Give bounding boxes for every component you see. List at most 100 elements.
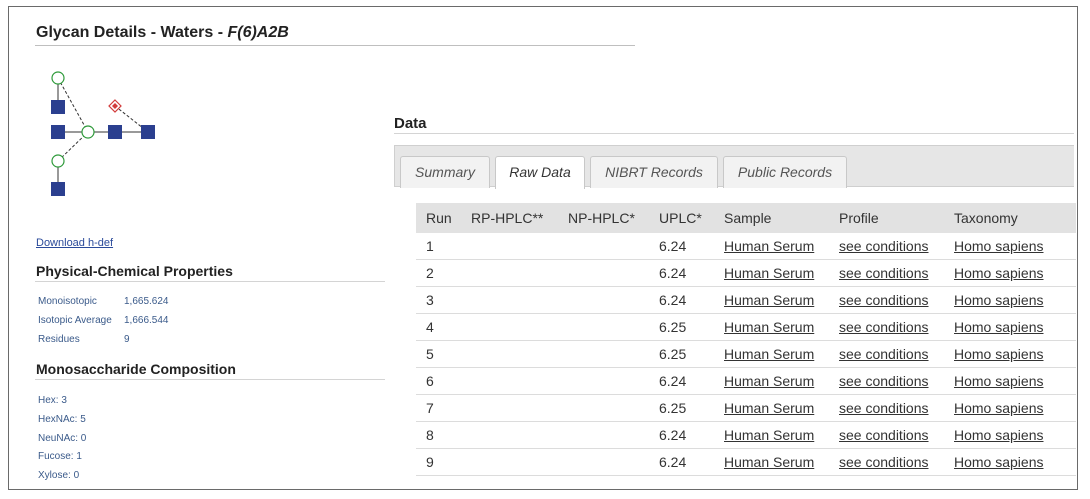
table-row: 8 6.24 Human Serum see conditions Homo s… (416, 422, 1076, 449)
data-tab-bar: Summary Raw Data NIBRT Records Public Re… (394, 145, 1074, 189)
table-row: 9 6.24 Human Serum see conditions Homo s… (416, 449, 1076, 476)
sample-link[interactable]: Human Serum (724, 346, 814, 362)
taxonomy-link[interactable]: Homo sapiens (954, 400, 1044, 416)
cell-uplc: 6.24 (659, 454, 687, 470)
profile-link[interactable]: see conditions (839, 346, 929, 362)
physchem-divider (35, 281, 385, 282)
profile-link[interactable]: see conditions (839, 238, 929, 254)
sample-link[interactable]: Human Serum (724, 400, 814, 416)
prop-value: 1,666.544 (124, 315, 169, 326)
page-title-prefix: Glycan Details - Waters - (36, 24, 228, 41)
cell-run: 5 (426, 346, 434, 362)
table-row: 4 6.25 Human Serum see conditions Homo s… (416, 314, 1076, 341)
prop-isotopic-average: Isotopic Average 1,666.544 (38, 315, 169, 326)
col-uplc: UPLC* (659, 210, 702, 226)
glycan-structure-diagram (51, 71, 155, 196)
cell-uplc: 6.25 (659, 400, 687, 416)
table-row: 6 6.24 Human Serum see conditions Homo s… (416, 368, 1076, 395)
taxonomy-link[interactable]: Homo sapiens (954, 373, 1044, 389)
table-row: 2 6.24 Human Serum see conditions Homo s… (416, 260, 1076, 287)
profile-link[interactable]: see conditions (839, 427, 929, 443)
table-row: 1 6.24 Human Serum see conditions Homo s… (416, 233, 1076, 260)
cell-uplc: 6.25 (659, 346, 687, 362)
cell-run: 6 (426, 373, 434, 389)
table-row: 7 6.25 Human Serum see conditions Homo s… (416, 395, 1076, 422)
table-row: 3 6.24 Human Serum see conditions Homo s… (416, 287, 1076, 314)
sample-link[interactable]: Human Serum (724, 454, 814, 470)
cell-run: 3 (426, 292, 434, 308)
cell-uplc: 6.24 (659, 427, 687, 443)
taxonomy-link[interactable]: Homo sapiens (954, 427, 1044, 443)
tab-public-records[interactable]: Public Records (723, 156, 847, 188)
col-rp-hplc: RP-HPLC** (471, 210, 544, 226)
profile-link[interactable]: see conditions (839, 265, 929, 281)
table-row: 5 6.25 Human Serum see conditions Homo s… (416, 341, 1076, 368)
taxonomy-link[interactable]: Homo sapiens (954, 292, 1044, 308)
prop-monoisotopic: Monoisotopic 1,665.624 (38, 296, 169, 307)
glcnac-square-icon (51, 182, 65, 196)
profile-link[interactable]: see conditions (839, 454, 929, 470)
profile-link[interactable]: see conditions (839, 373, 929, 389)
sample-link[interactable]: Human Serum (724, 292, 814, 308)
title-divider (35, 45, 635, 46)
cell-uplc: 6.24 (659, 238, 687, 254)
sample-link[interactable]: Human Serum (724, 265, 814, 281)
mannose-circle-icon (51, 71, 65, 85)
composition-item: Fucose: 1 (38, 451, 82, 462)
sample-link[interactable]: Human Serum (724, 373, 814, 389)
cell-run: 4 (426, 319, 434, 335)
prop-label: Monoisotopic (38, 296, 97, 307)
col-np-hplc: NP-HPLC* (568, 210, 635, 226)
composition-divider (35, 379, 385, 380)
composition-item: NeuNAc: 0 (38, 433, 87, 444)
page-title: Glycan Details - Waters - F(6)A2B (36, 24, 289, 42)
profile-link[interactable]: see conditions (839, 292, 929, 308)
composition-heading: Monosaccharide Composition (36, 361, 236, 377)
taxonomy-link[interactable]: Homo sapiens (954, 319, 1044, 335)
profile-link[interactable]: see conditions (839, 400, 929, 416)
sample-link[interactable]: Human Serum (724, 427, 814, 443)
glycan-details-panel: Glycan Details - Waters - F(6)A2B Downlo… (8, 6, 1078, 490)
col-taxonomy: Taxonomy (954, 210, 1018, 226)
composition-item: Xylose: 0 (38, 470, 80, 481)
prop-value: 1,665.624 (124, 296, 169, 307)
prop-label: Residues (38, 334, 80, 345)
prop-label: Isotopic Average (38, 315, 112, 326)
cell-run: 2 (426, 265, 434, 281)
composition-item: HexNAc: 5 (38, 414, 86, 425)
prop-residues: Residues 9 (38, 334, 130, 345)
cell-uplc: 6.24 (659, 373, 687, 389)
mannose-circle-icon (51, 154, 65, 168)
taxonomy-link[interactable]: Homo sapiens (954, 265, 1044, 281)
taxonomy-link[interactable]: Homo sapiens (954, 238, 1044, 254)
col-run: Run (426, 210, 452, 226)
col-sample: Sample (724, 210, 772, 226)
data-divider (394, 133, 1074, 134)
glcnac-square-icon (108, 125, 122, 139)
cell-run: 7 (426, 400, 434, 416)
physchem-heading: Physical-Chemical Properties (36, 263, 233, 279)
page-title-glycan: F(6)A2B (227, 24, 289, 41)
taxonomy-link[interactable]: Homo sapiens (954, 346, 1044, 362)
tab-nibrt-records[interactable]: NIBRT Records (590, 156, 718, 188)
cell-uplc: 6.25 (659, 319, 687, 335)
tab-summary[interactable]: Summary (400, 156, 490, 188)
data-heading: Data (394, 115, 427, 132)
glcnac-square-icon (141, 125, 155, 139)
tab-raw-data[interactable]: Raw Data (495, 156, 585, 189)
cell-run: 9 (426, 454, 434, 470)
cell-run: 8 (426, 427, 434, 443)
cell-uplc: 6.24 (659, 292, 687, 308)
col-profile: Profile (839, 210, 879, 226)
table-header: Run RP-HPLC** NP-HPLC* UPLC* Sample Prof… (416, 203, 1076, 233)
sample-link[interactable]: Human Serum (724, 319, 814, 335)
cell-uplc: 6.24 (659, 265, 687, 281)
download-hdef-link[interactable]: Download h-def (36, 237, 113, 249)
mannose-circle-icon (81, 125, 95, 139)
composition-item: Hex: 3 (38, 395, 67, 406)
profile-link[interactable]: see conditions (839, 319, 929, 335)
taxonomy-link[interactable]: Homo sapiens (954, 454, 1044, 470)
sample-link[interactable]: Human Serum (724, 238, 814, 254)
glcnac-square-icon (51, 100, 65, 114)
cell-run: 1 (426, 238, 434, 254)
